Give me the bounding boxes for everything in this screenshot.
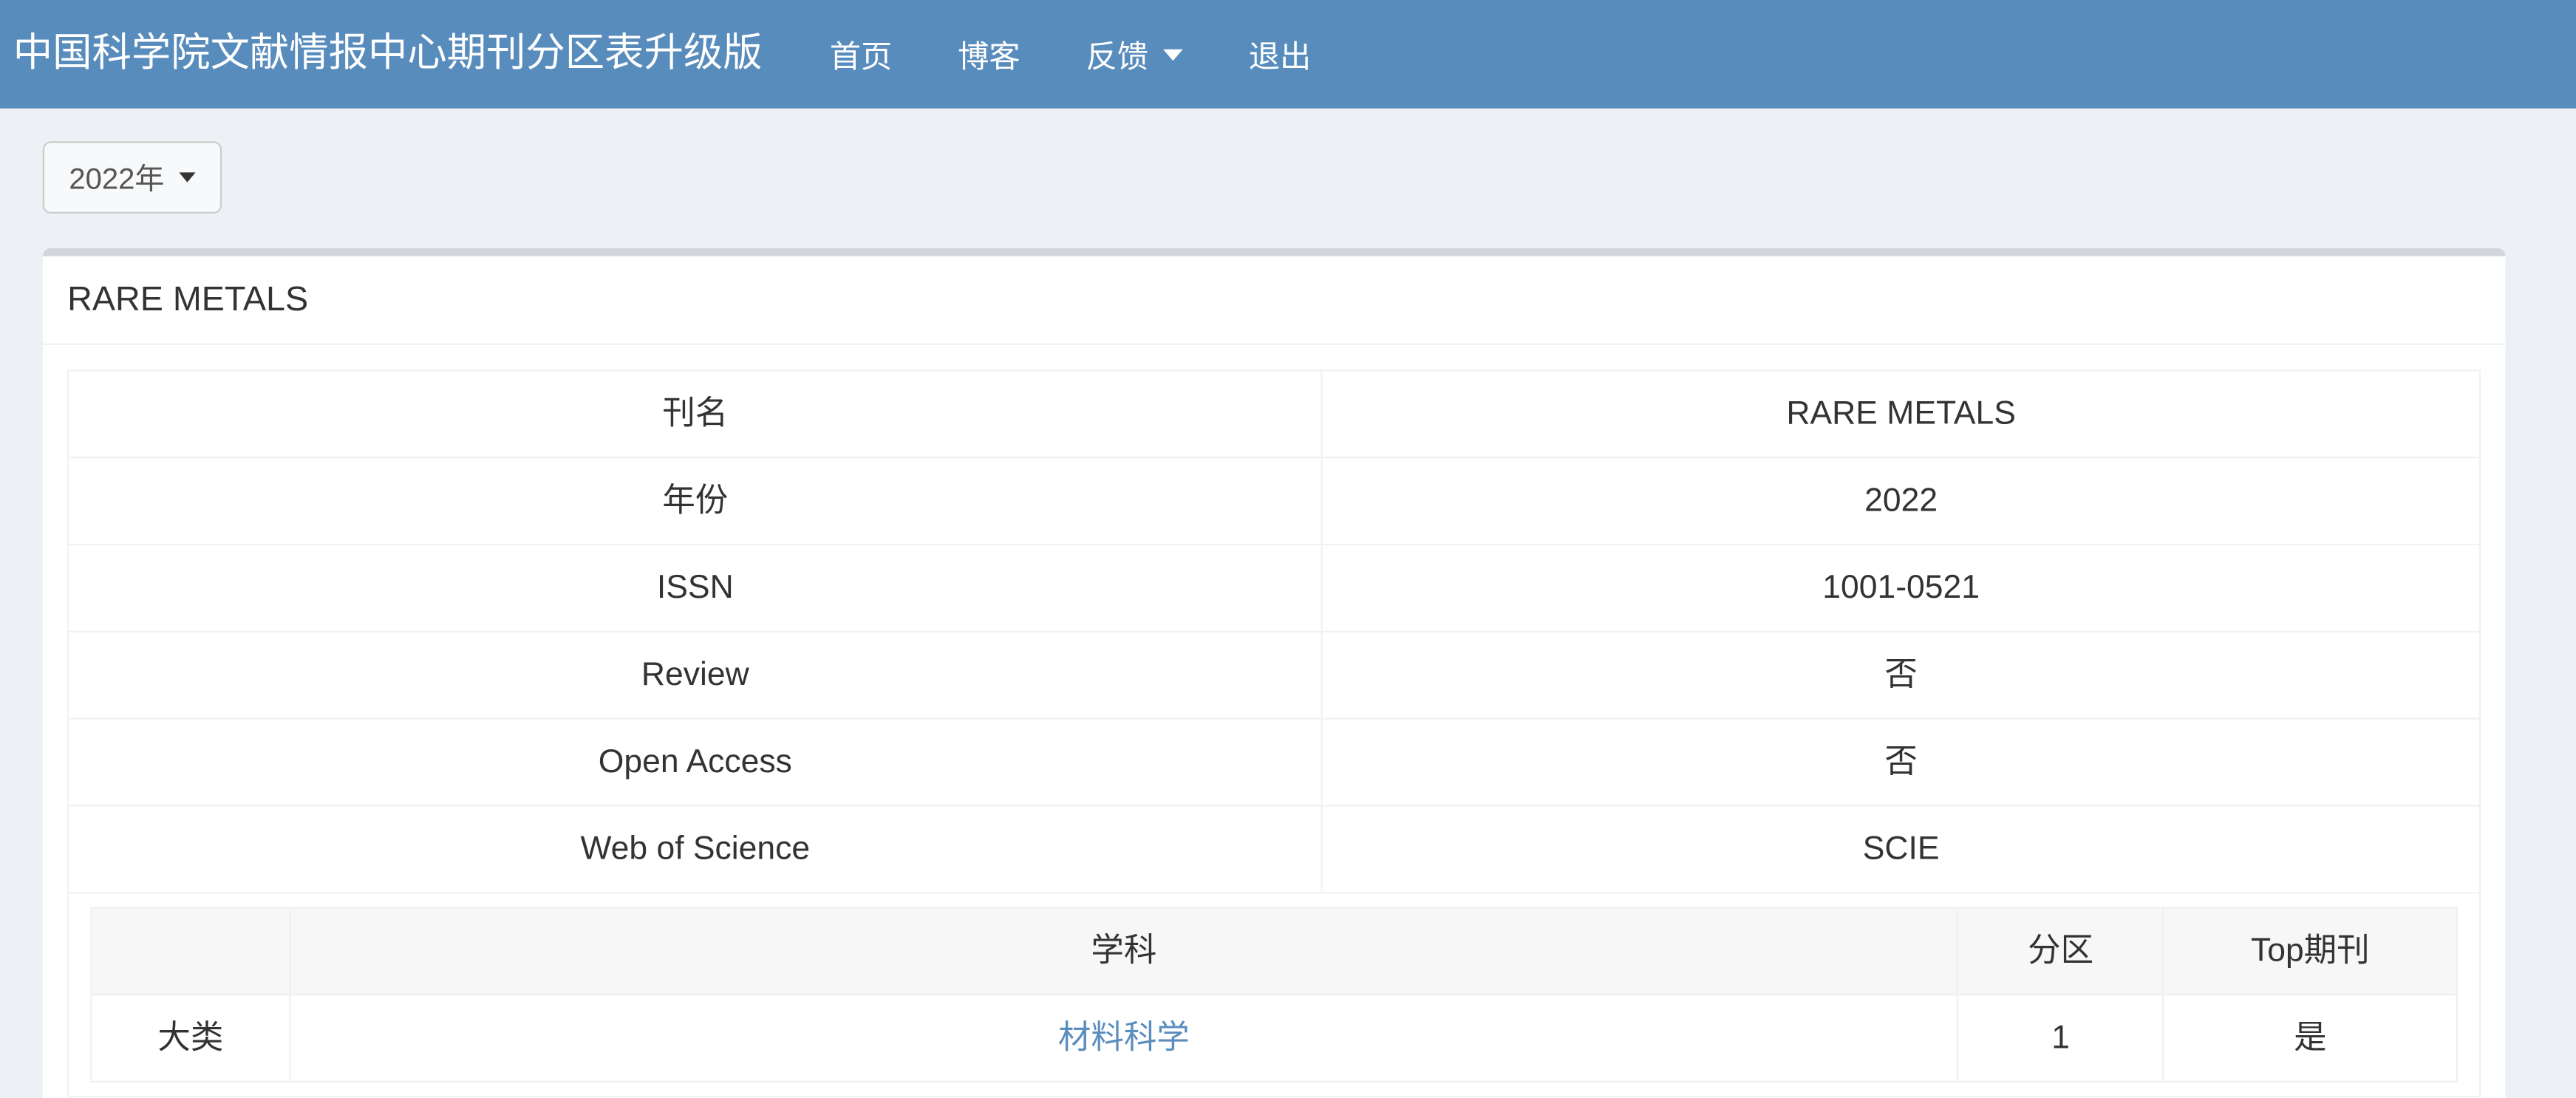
category-top-cell: 是 (2164, 995, 2457, 1082)
caret-down-icon (1163, 49, 1183, 61)
journal-info-table: 刊名 RARE METALS 年份 2022 ISSN 1001-0521 Re… (67, 369, 2481, 1097)
row-label: 刊名 (68, 370, 1322, 457)
row-label: ISSN (68, 545, 1322, 632)
row-label: 年份 (68, 457, 1322, 545)
category-table-cell: 学科 分区 Top期刊 大类 材料科学 (68, 893, 2480, 1097)
row-value: 1001-0521 (1322, 545, 2480, 632)
table-row: Open Access 否 (68, 719, 2480, 806)
caret-down-icon (179, 172, 195, 182)
page: 中国科学院文献情报中心期刊分区表升级版 首页 博客 反馈 退出 2022年 RA… (0, 0, 2576, 1098)
category-subject-cell: 材料科学 (290, 995, 1957, 1082)
table-row: 刊名 RARE METALS (68, 370, 2480, 457)
navbar-menu: 首页 博客 反馈 退出 (797, 0, 1343, 109)
header-cell-subject: 学科 (290, 907, 1957, 995)
year-dropdown-label: 2022年 (69, 156, 164, 199)
row-value: SCIE (1322, 805, 2480, 893)
row-value: 2022 (1322, 457, 2480, 545)
row-label: Review (68, 632, 1322, 719)
journal-panel: RARE METALS 刊名 RARE METALS 年份 2022 ISSN … (43, 248, 2506, 1098)
row-value: RARE METALS (1322, 370, 2480, 457)
table-row: 年份 2022 (68, 457, 2480, 545)
row-label: Open Access (68, 719, 1322, 806)
table-row: Web of Science SCIE (68, 805, 2480, 893)
category-table: 学科 分区 Top期刊 大类 材料科学 (90, 907, 2458, 1082)
nav-item-feedback[interactable]: 反馈 (1053, 0, 1216, 109)
nav-item-blog[interactable]: 博客 (925, 0, 1053, 109)
table-header-row: 学科 分区 Top期刊 (91, 907, 2456, 995)
header-cell-top-journal: Top期刊 (2164, 907, 2457, 995)
header-cell-blank (91, 907, 290, 995)
category-type-cell: 大类 (91, 995, 290, 1082)
panel-body: 刊名 RARE METALS 年份 2022 ISSN 1001-0521 Re… (43, 345, 2506, 1098)
row-value: 否 (1322, 719, 2480, 806)
toolbar: 2022年 (0, 109, 2576, 214)
brand-title[interactable]: 中国科学院文献情报中心期刊分区表升级版 (13, 0, 763, 109)
header-cell-partition: 分区 (1957, 907, 2163, 995)
nav-item-logout[interactable]: 退出 (1216, 0, 1343, 109)
table-row: Review 否 (68, 632, 2480, 719)
category-partition-cell: 1 (1957, 995, 2163, 1082)
navbar: 中国科学院文献情报中心期刊分区表升级版 首页 博客 反馈 退出 (0, 0, 2576, 109)
subject-link[interactable]: 材料科学 (1058, 1020, 1190, 1057)
year-dropdown-button[interactable]: 2022年 (43, 141, 222, 214)
table-row: 学科 分区 Top期刊 大类 材料科学 (68, 893, 2480, 1097)
table-row: ISSN 1001-0521 (68, 545, 2480, 632)
row-label: Web of Science (68, 805, 1322, 893)
table-row: 大类 材料科学 1 是 (91, 995, 2456, 1082)
nav-item-home[interactable]: 首页 (797, 0, 924, 109)
row-value: 否 (1322, 632, 2480, 719)
journal-title: RARE METALS (43, 256, 2506, 345)
nav-item-feedback-label: 反馈 (1086, 32, 1149, 76)
